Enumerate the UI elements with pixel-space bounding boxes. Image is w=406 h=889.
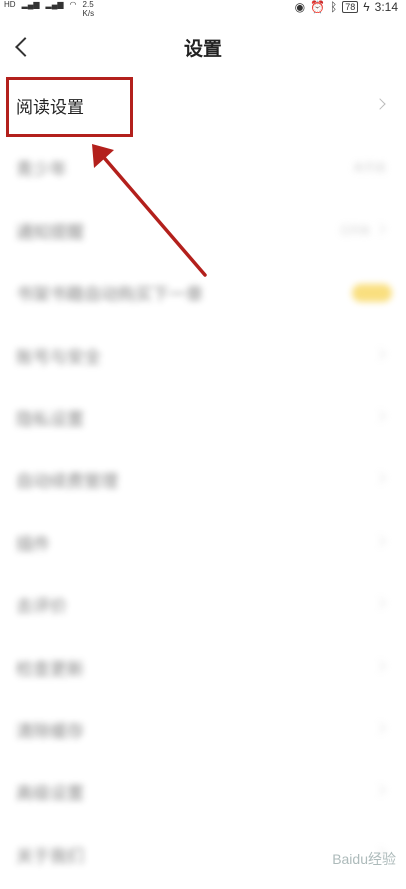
settings-item-clear-cache[interactable]: 清除缓存 [0,698,406,760]
settings-item-label: 书架书籍自动购买下一章 [16,285,203,306]
chevron-right-icon [374,535,386,547]
watermark: Baidu经验 [332,851,396,867]
chevron-right-icon [374,410,386,422]
chevron-right-icon [374,98,386,110]
chevron-right-icon [374,223,386,235]
wifi-icon: ◠ [69,0,77,9]
eye-icon: ◉ [294,0,306,14]
settings-item-label: 青少年 [16,160,67,181]
settings-list: 阅读设置 青少年 未开启 通知提醒 已开启 书架书籍自动购买下一章 账号与安全 … [0,74,406,885]
settings-item-notifications[interactable]: 通知提醒 已开启 [0,199,406,261]
battery-level: 78 [342,1,359,13]
page-title: 设置 [183,38,222,60]
chevron-right-icon [374,659,386,672]
settings-item-rate[interactable]: 去评价 [0,573,406,635]
nav-bar: 设置 [0,24,406,72]
settings-item-label: 隐私设置 [16,409,84,430]
settings-item-plugins[interactable]: 插件 [0,511,406,573]
net-speed: 2.5 K/s [82,0,95,18]
settings-item-value: 已开启 [340,225,370,237]
settings-item-label: 自动续费管理 [16,472,118,493]
alarm-icon: ⏰ [310,0,326,14]
settings-item-label: 高级设置 [16,784,84,805]
status-bar: HD ▂▄▆ ▂▄▆ ◠ 2.5 K/s ◉ ⏰ ᛒ 78 ϟ 3:14 [0,0,406,18]
settings-item-label: 清除缓存 [16,721,84,742]
chevron-right-icon [374,597,386,609]
chevron-right-icon [374,472,386,485]
settings-item-label: 账号与安全 [16,347,101,368]
signal-icon: ▂▄▆ [45,0,64,9]
chevron-right-icon [374,347,386,360]
chevron-right-icon [374,722,386,734]
settings-item-label: 阅读设置 [16,98,84,118]
chevron-right-icon [374,784,386,796]
settings-item-auto-renew[interactable]: 自动续费管理 [0,448,406,510]
bluetooth-icon: ᛒ [330,0,338,14]
clock-time: 3:14 [374,0,398,14]
settings-item-privacy[interactable]: 隐私设置 [0,386,406,448]
signal-icon: ▂▄▆ [21,0,40,9]
settings-item-teen-mode[interactable]: 青少年 未开启 [0,136,406,198]
hd-badge: HD [4,0,16,9]
settings-item-account[interactable]: 账号与安全 [0,324,406,386]
settings-item-reading[interactable]: 阅读设置 [0,74,406,136]
settings-item-label: 插件 [16,534,50,555]
settings-item-advanced[interactable]: 高级设置 [0,760,406,822]
settings-item-label: 通知提醒 [16,222,84,243]
settings-item-value: 未开启 [353,161,386,175]
settings-item-check-update[interactable]: 检查更新 [0,636,406,698]
auto-purchase-toggle[interactable] [352,284,392,303]
settings-item-label: 去评价 [16,597,67,618]
settings-item-label: 关于我们 [16,846,84,867]
charging-icon: ϟ [363,0,370,14]
settings-item-auto-purchase[interactable]: 书架书籍自动购买下一章 [0,261,406,323]
settings-item-label: 检查更新 [16,659,84,680]
